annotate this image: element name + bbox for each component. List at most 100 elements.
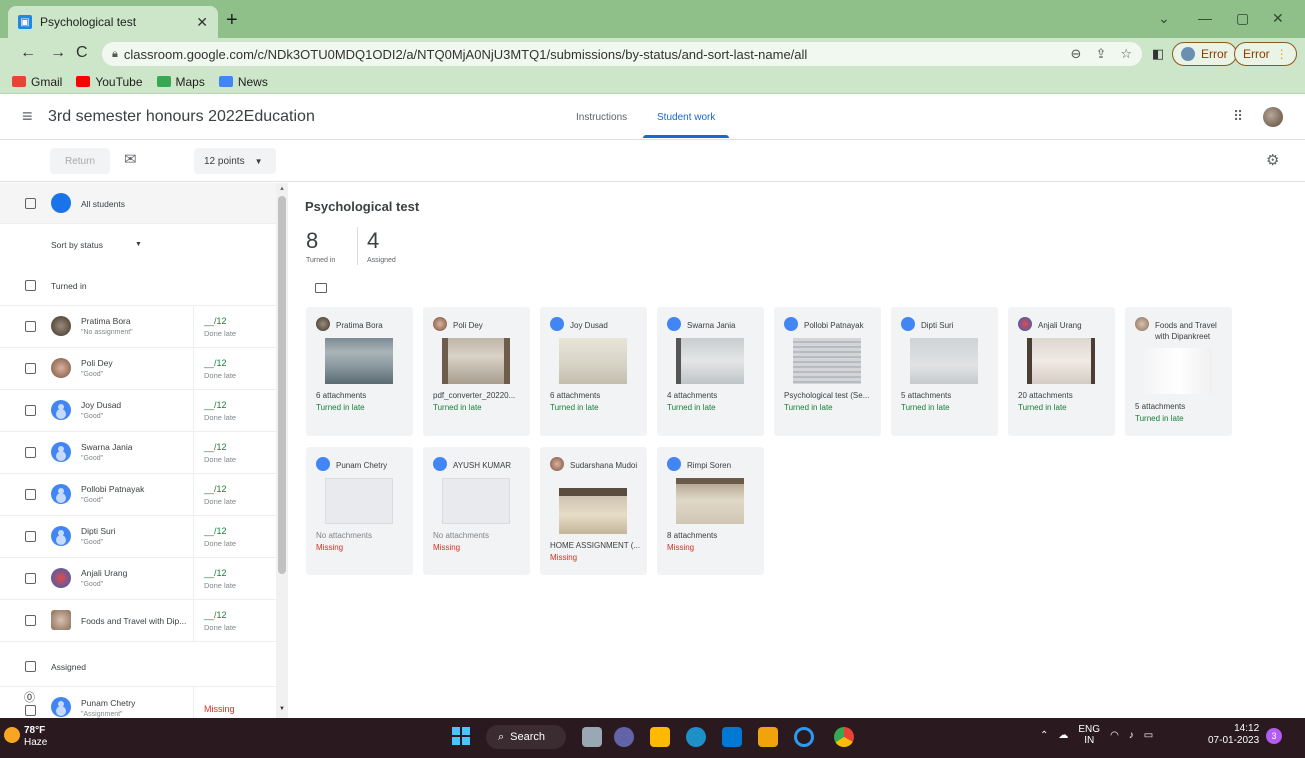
row-checkbox[interactable] [25, 705, 36, 716]
url-field[interactable]: 🔒︎ classroom.google.com/c/NDk3OTU0MDQ1OD… [102, 42, 1142, 66]
row-checkbox[interactable] [25, 405, 36, 416]
chat-icon[interactable] [614, 727, 634, 747]
submission-card[interactable]: Rimpi Soren 8 attachments Missing [657, 447, 764, 575]
main-menu-icon[interactable]: ≡ [22, 106, 33, 127]
attachment-thumbnail[interactable] [325, 338, 393, 384]
account-avatar[interactable] [1263, 107, 1283, 127]
store-icon[interactable] [722, 727, 742, 747]
share-icon[interactable]: ⇪ [1095, 46, 1106, 62]
submission-card[interactable]: Swarna Jania 4 attachments Turned in late [657, 307, 764, 436]
browser-tab[interactable]: ▣ Psychological test ✕ [8, 6, 218, 38]
row-checkbox[interactable] [25, 573, 36, 584]
maximize-icon[interactable]: ▢ [1236, 10, 1249, 27]
attachment-thumbnail[interactable] [559, 338, 627, 384]
table-row[interactable]: Anjali Urang "Good" __/12 Done late [0, 558, 276, 600]
attachment-thumbnail[interactable] [1144, 348, 1212, 394]
notification-badge[interactable]: 3 [1266, 728, 1282, 744]
update-error-button[interactable]: Error ⋮ [1234, 42, 1297, 66]
submission-card[interactable]: Joy Dusad 6 attachments Turned in late [540, 307, 647, 436]
grade-cell[interactable]: __/12 Done late [193, 306, 276, 348]
grade-cell[interactable]: __/12 Done late [193, 516, 276, 558]
grade-cell[interactable]: __/12 Done late [193, 558, 276, 600]
submission-card[interactable]: Poli Dey pdf_converter_20220... Turned in … [423, 307, 530, 436]
minimize-icon[interactable]: — [1198, 10, 1212, 26]
cortana-icon[interactable] [794, 727, 814, 747]
grade-cell[interactable]: Missing [193, 687, 276, 718]
back-icon[interactable]: ← [20, 44, 36, 62]
close-window-icon[interactable]: ✕ [1272, 10, 1284, 27]
settings-gear-icon[interactable]: ⚙ [1266, 151, 1279, 169]
turned-in-checkbox[interactable] [25, 280, 36, 291]
grade-cell[interactable]: __/12 Done late [193, 390, 276, 432]
select-all-checkbox[interactable] [25, 198, 36, 209]
grade-cell[interactable]: __/12 Done late [193, 432, 276, 474]
battery-icon[interactable]: ▭ [1144, 730, 1153, 741]
email-icon[interactable]: ✉ [124, 150, 137, 168]
onedrive-icon[interactable]: ☁ [1058, 730, 1068, 741]
new-tab-icon[interactable]: + [226, 10, 238, 30]
table-row[interactable]: Poli Dey "Good" __/12 Done late [0, 348, 276, 390]
bookmark-maps[interactable]: Maps [156, 75, 205, 89]
bookmark-news[interactable]: News [218, 75, 268, 89]
zoom-icon[interactable]: ⊖ [1071, 46, 1082, 62]
bookmark-youtube[interactable]: YouTube [76, 75, 143, 89]
language-indicator[interactable]: ENG IN [1078, 724, 1100, 746]
attachment-thumbnail[interactable] [676, 338, 744, 384]
submission-card[interactable]: Pollobi Patnayak Psychological test (Se..… [774, 307, 881, 436]
attachment-thumbnail[interactable] [559, 488, 627, 534]
tab-student-work[interactable]: Student work [657, 112, 715, 123]
submission-card[interactable]: Foods and Travel with Dipankreet 5 attach… [1125, 307, 1232, 436]
row-checkbox[interactable] [25, 321, 36, 332]
row-checkbox[interactable] [25, 363, 36, 374]
submission-card[interactable]: Pratima Bora 6 attachments Turned in late [306, 307, 413, 436]
grade-cell[interactable]: __/12 Done late [193, 474, 276, 516]
forward-icon[interactable]: → [50, 44, 66, 62]
table-row[interactable]: Pollobi Patnayak "Good" __/12 Done late [0, 474, 276, 516]
attachment-thumbnail[interactable] [442, 338, 510, 384]
scroll-up-icon[interactable]: ▲ [279, 186, 285, 192]
scroll-down-icon[interactable]: ▼ [279, 706, 285, 712]
windows-start-icon[interactable] [452, 727, 470, 745]
submission-card[interactable]: Dipti Suri 5 attachments Turned in late [891, 307, 998, 436]
grade-cell[interactable]: __/12 Done late [193, 348, 276, 390]
wifi-icon[interactable]: ◠ [1110, 730, 1119, 741]
bookmark-gmail[interactable]: Gmail [12, 75, 62, 89]
all-students-row[interactable]: All students [0, 183, 276, 224]
clock[interactable]: 14:12 07-01-2023 [1208, 723, 1259, 747]
table-row[interactable]: Swarna Jania "Good" __/12 Done late [0, 432, 276, 474]
points-dropdown[interactable]: 12 points ▼ [194, 148, 276, 174]
row-checkbox[interactable] [25, 447, 36, 458]
sidepanel-icon[interactable]: ◧ [1152, 46, 1164, 62]
grade-cell[interactable]: __/12 Done late [193, 600, 276, 642]
list-scrollbar-thumb[interactable] [278, 196, 286, 574]
chrome-icon[interactable] [834, 727, 854, 747]
table-row[interactable]: Dipti Suri "Good" __/12 Done late [0, 516, 276, 558]
table-row[interactable]: Joy Dusad "Good" __/12 Done late [0, 390, 276, 432]
row-checkbox[interactable] [25, 615, 36, 626]
class-title[interactable]: 3rd semester honours 2022Education [48, 108, 315, 126]
submission-card[interactable]: Sudarshana Mudoi HOME ASSIGNMENT (... Miss… [540, 447, 647, 575]
attachment-thumbnail[interactable] [910, 338, 978, 384]
volume-icon[interactable]: ♪ [1129, 730, 1134, 741]
folder-app-icon[interactable] [758, 727, 778, 747]
profile-error-button[interactable]: Error [1172, 42, 1237, 66]
attachment-thumbnail[interactable] [1027, 338, 1095, 384]
folder-icon[interactable] [315, 283, 327, 293]
file-explorer-icon[interactable] [650, 727, 670, 747]
task-view-icon[interactable] [582, 727, 602, 747]
sort-dropdown[interactable]: Sort by status ▼ [0, 224, 276, 265]
row-checkbox[interactable] [25, 489, 36, 500]
submission-card[interactable]: AYUSH KUMAR No attachments Missing [423, 447, 530, 575]
google-apps-icon[interactable]: ⠿ [1233, 108, 1243, 125]
taskbar-search[interactable]: ⌕ Search [486, 725, 566, 749]
attachment-thumbnail[interactable] [676, 478, 744, 524]
weather-widget[interactable]: 78°F Haze [24, 725, 47, 749]
reload-icon[interactable]: C [76, 44, 88, 62]
weather-icon[interactable] [4, 727, 20, 743]
assigned-checkbox[interactable] [25, 661, 36, 672]
bookmark-star-icon[interactable]: ☆ [1120, 46, 1132, 62]
attachment-thumbnail[interactable] [793, 338, 861, 384]
row-checkbox[interactable] [25, 531, 36, 542]
table-row[interactable]: Pratima Bora "No assignment" __/12 Done lat… [0, 306, 276, 348]
submission-card[interactable]: Punam Chetry No attachments Missing [306, 447, 413, 575]
